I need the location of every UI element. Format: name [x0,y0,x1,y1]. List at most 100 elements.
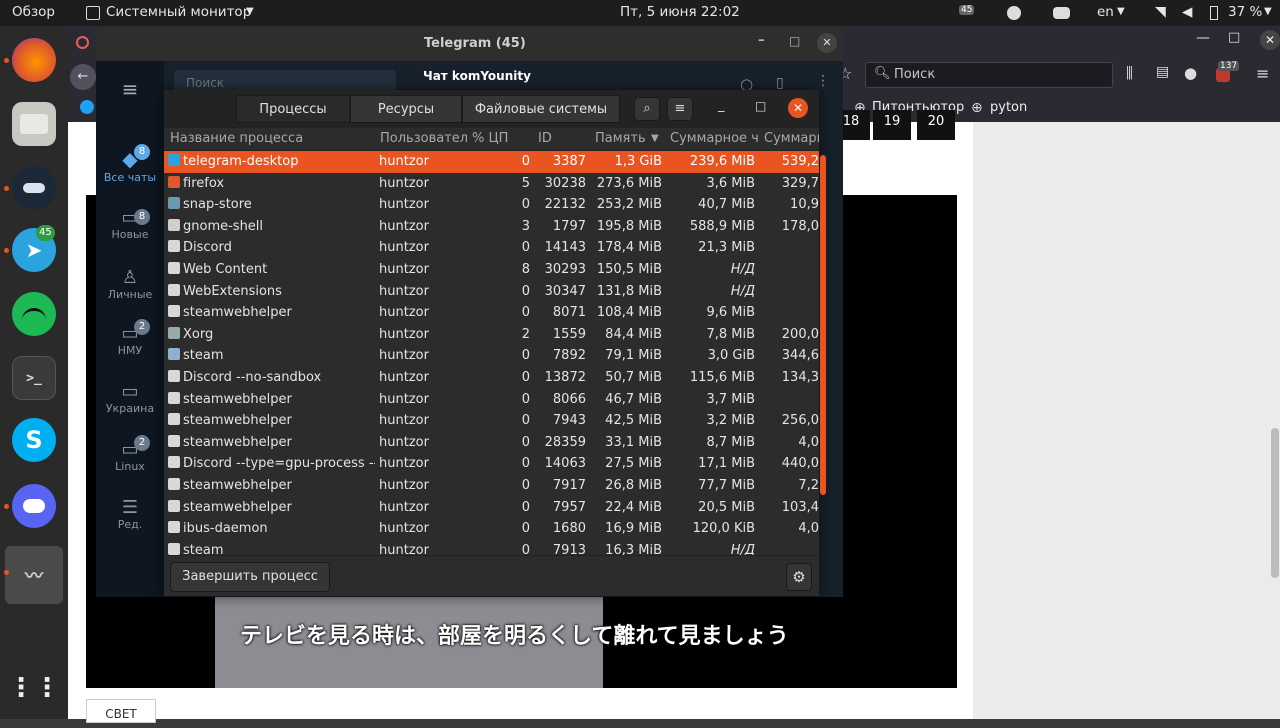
menu-icon[interactable]: ≡ [1256,64,1269,83]
search-placeholder: Поиск [894,67,936,82]
battery-icon[interactable] [1210,6,1218,20]
folder-new[interactable]: ▭ Новые [96,207,164,241]
maximize-button[interactable]: □ [1228,30,1240,45]
back-button[interactable]: ← [70,64,96,90]
wifi-icon[interactable]: ◥ [1155,4,1166,20]
table-row[interactable]: Discord --type=gpu-process --fi huntzor 0 1… [164,453,819,475]
chat-more-icon[interactable]: ⋮ [816,73,830,89]
light-button[interactable]: СВЕТ [86,699,156,723]
telegram-minimize-button[interactable]: – [758,33,765,48]
table-row[interactable]: Web Content huntzor 8 30293 150,5 MiB Н/Д [164,259,819,281]
volume-icon[interactable]: ◀ [1182,4,1192,20]
folder-all-chats[interactable]: ◆ Все чаты [96,147,164,184]
folder-badge: 8 [134,209,150,225]
cell-disk-read: 3,2 MiB [706,413,755,429]
app-menu[interactable]: Системный монитор [106,4,251,20]
col-user[interactable]: Пользовател [380,131,468,146]
telegram-close-button[interactable]: ✕ [817,33,837,53]
close-button[interactable]: ✕ [1260,30,1280,50]
table-row[interactable]: firefox huntzor 5 30238 273,6 MiB 3,6 MiB 329,… [164,173,819,195]
process-icon [168,197,180,210]
clock[interactable]: Пт, 5 июня 22:02 [620,4,740,20]
tab-processes[interactable]: Процессы [236,95,350,123]
notification-badge[interactable]: 45 [959,5,975,15]
table-row[interactable]: telegram-desktop huntzor 0 3387 1,3 GiB 239,6… [164,151,819,173]
bookmark-pyton[interactable]: pyton [990,100,1027,115]
telegram-menu-icon[interactable]: ≡ [96,77,164,101]
sysmon-close-button[interactable]: ✕ [788,98,808,118]
page-link-20[interactable]: 20 [917,110,955,140]
system-menu-arrow-icon[interactable]: ▼ [1264,6,1272,17]
process-list-scrollbar[interactable] [820,155,826,495]
cell-user: huntzor [379,370,429,385]
cell-process-name: telegram-desktop [183,154,299,169]
folder-linux[interactable]: ▭ Linux [96,439,164,473]
table-row[interactable]: snap-store huntzor 0 22132 253,2 MiB 40,7 MiB… [164,194,819,216]
folder-ukraine[interactable]: ▭ Украина [96,381,164,415]
process-search-button[interactable]: ⌕ [634,97,660,121]
extension-badge: 137 [1218,61,1240,71]
cell-process-name: Xorg [183,326,214,342]
sysmon-maximize-button[interactable]: □ [755,99,766,113]
sidebar-toggle-icon[interactable]: ▯ [776,75,784,91]
library-icon[interactable]: ⫼ [1126,64,1133,82]
table-row[interactable]: steamwebhelper huntzor 0 28359 33,1 MiB 8,7 M… [164,432,819,454]
show-apps-icon[interactable]: ⋮⋮ [8,666,60,710]
skype-icon[interactable]: S [12,418,56,462]
table-row[interactable]: steamwebhelper huntzor 0 7957 22,4 MiB 20,5 M… [164,497,819,519]
files-icon[interactable] [12,102,56,146]
table-row[interactable]: steamwebhelper huntzor 0 7943 42,5 MiB 3,2 Mi… [164,410,819,432]
system-monitor-icon[interactable]: 〰 [5,546,63,604]
twitter-bookmark-icon[interactable] [80,100,94,114]
table-row[interactable]: steamwebhelper huntzor 0 7917 26,8 MiB 77,7 M… [164,475,819,497]
sidebar-icon[interactable]: ▤ [1156,64,1169,80]
search-input[interactable]: 🔍︎ Поиск [865,62,1113,88]
table-row[interactable]: steam huntzor 0 7913 16,3 MiB Н/Д [164,540,819,555]
col-disk-write[interactable]: Суммарн [764,131,819,146]
table-row[interactable]: steamwebhelper huntzor 0 8071 108,4 MiB 9,6 M… [164,302,819,324]
account-icon[interactable]: ● [1184,64,1197,82]
tab-resources[interactable]: Ресурсы [350,95,462,123]
firefox-icon[interactable] [12,38,56,82]
sysmon-minimize-button[interactable]: _ [718,98,725,113]
terminal-icon[interactable]: >_ [12,356,56,400]
table-row[interactable]: steamwebhelper huntzor 0 8066 46,7 MiB 3,7 Mi… [164,389,819,411]
process-icon [168,478,180,490]
cell-id: 7917 [552,478,586,493]
activities-button[interactable]: Обзор [12,4,55,20]
table-row[interactable]: Discord --no-sandbox huntzor 0 13872 50,7 Mi… [164,367,819,389]
minimize-button[interactable]: — [1196,30,1210,46]
col-memory[interactable]: Память [595,131,651,146]
cell-user: huntzor [379,521,429,537]
table-row[interactable]: Discord huntzor 0 14143 178,4 MiB 21,3 MiB [164,237,819,259]
discord-icon[interactable] [12,484,56,528]
folder-personal[interactable]: ♙ Личные [96,267,164,301]
table-row[interactable]: WebExtensions huntzor 0 30347 131,8 MiB Н/Д [164,281,819,303]
folder-edit[interactable]: ☰ Ред. [96,497,164,531]
page-scrollbar[interactable] [1271,428,1279,578]
tab-filesystems[interactable]: Файловые системы [462,95,620,123]
cell-disk-write: 329,7 [781,175,819,191]
table-row[interactable]: gnome-shell huntzor 3 1797 195,8 MiB 588,9 Mi… [164,216,819,238]
telegram-maximize-button[interactable]: □ [789,34,800,48]
discord-tray-icon[interactable] [1053,7,1070,19]
keyboard-layout[interactable]: en [1097,4,1114,20]
steam-tray-icon[interactable] [1007,6,1021,20]
folder-nmu[interactable]: ▭ НМУ [96,323,164,357]
sysmon-menu-button[interactable]: ≡ [667,97,693,121]
end-process-button[interactable]: Завершить процесс [170,562,330,592]
table-row[interactable]: Xorg huntzor 2 1559 84,4 MiB 7,8 MiB 200,0 [164,324,819,346]
steam-icon[interactable] [12,166,56,210]
page-link-19[interactable]: 19 [873,110,911,140]
spotify-icon[interactable] [12,292,56,336]
col-disk-read[interactable]: Суммарное ч [670,131,758,146]
process-options-gear-icon[interactable]: ⚙ [786,563,812,591]
cell-disk-read: 3,7 MiB [706,391,755,407]
chat-title[interactable]: Чат komYounity [423,69,531,83]
table-row[interactable]: steam huntzor 0 7892 79,1 MiB 3,0 GiB 344,6 [164,345,819,367]
process-icon [168,283,180,296]
col-process-name[interactable]: Название процесса [170,131,370,146]
table-row[interactable]: ibus-daemon huntzor 0 1680 16,9 MiB 120,0 KiB… [164,518,819,540]
col-cpu[interactable]: % ЦП [472,131,532,146]
col-id[interactable]: ID [538,131,588,146]
